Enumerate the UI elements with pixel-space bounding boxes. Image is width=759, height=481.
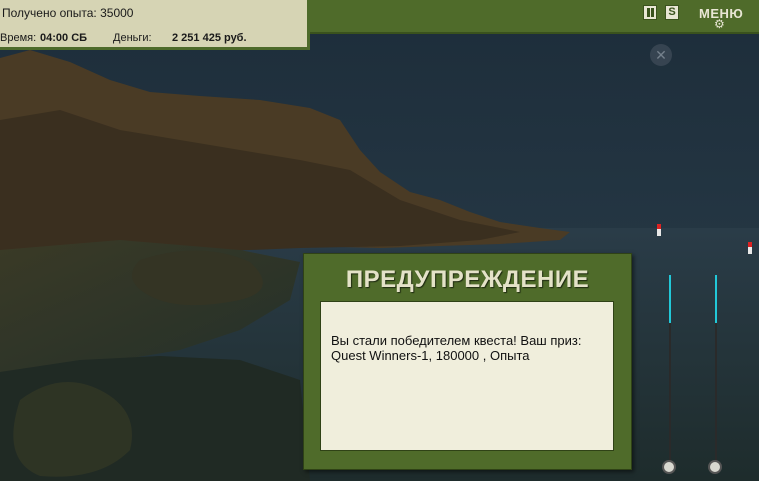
pause-button[interactable] (643, 5, 657, 20)
compass-icon[interactable]: ✕ (650, 44, 672, 66)
dialog-title: ПРЕДУПРЕЖДЕНИЕ (345, 266, 590, 293)
fishing-rod-icon[interactable] (715, 275, 717, 470)
player-info-panel: Получено опыта: 35000 Время: 04:00 СБ Де… (0, 0, 310, 50)
dialog-message-line2: Quest Winners-1, 180000 , Опыта (331, 348, 530, 363)
warning-dialog: ПРЕДУПРЕЖДЕНИЕ Вы стали победителем квес… (303, 253, 632, 470)
reel-icon (708, 460, 722, 474)
money-value: 2 251 425 руб. (172, 32, 247, 44)
sound-icon: S (668, 6, 676, 18)
dialog-message-line1: Вы стали победителем квеста! Ваш приз: (331, 333, 582, 348)
sound-button[interactable]: S (665, 5, 679, 20)
gear-icon: ⚙ (714, 17, 725, 31)
money-label: Деньги: (113, 32, 152, 44)
time-label: Время: (0, 32, 37, 44)
dialog-body: Вы стали победителем квеста! Ваш приз: Q… (320, 301, 614, 451)
float-icon (748, 242, 752, 254)
reel-icon (662, 460, 676, 474)
dialog-message: Вы стали победителем квеста! Ваш приз: Q… (331, 333, 611, 363)
experience-label: Получено опыта: 35000 (2, 6, 134, 20)
menu-button[interactable]: МЕНЮ ⚙ (697, 4, 747, 31)
time-value: 04:00 СБ (40, 32, 88, 44)
fishing-rod-icon[interactable] (669, 275, 671, 470)
rod-tip (715, 275, 717, 323)
top-toolbar (310, 0, 759, 34)
rod-tip (669, 275, 671, 323)
float-icon (657, 224, 661, 236)
